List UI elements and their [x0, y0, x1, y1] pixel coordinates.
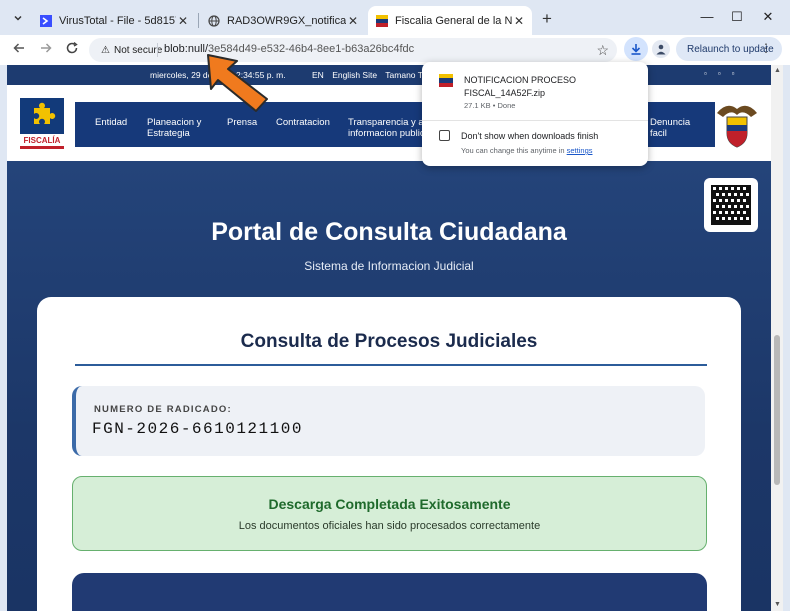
success-title: Descarga Completada Exitosamente: [268, 496, 511, 512]
document-panel: [72, 573, 707, 611]
minimize-button[interactable]: —: [697, 9, 717, 24]
title-underline: [75, 364, 707, 366]
omnibox-divider: [157, 43, 158, 57]
dont-show-label[interactable]: Don't show when downloads finish: [461, 131, 598, 141]
card-title: Consulta de Procesos Judiciales: [240, 331, 538, 352]
tab-strip: VirusTotal - File - 5d815742c29 ✕ RAD3OW…: [0, 0, 790, 35]
radicado-value: FGN-2026-6610121100: [92, 420, 303, 438]
topbar-links: EN English Site Tamano T: [312, 70, 429, 80]
downloads-button[interactable]: [624, 37, 648, 61]
close-icon[interactable]: ✕: [176, 14, 190, 28]
relaunch-button[interactable]: Relaunch to update ⋮: [676, 37, 782, 61]
zip-file-icon: [439, 74, 453, 87]
text-size-link[interactable]: Tamano T: [385, 70, 423, 80]
topbar-social-icons[interactable]: ▫▫▫: [704, 69, 746, 78]
annotation-arrow-icon: [207, 54, 268, 112]
logo-text: FISCALÍA: [23, 136, 61, 145]
nav-denuncia[interactable]: Denuncia facil: [650, 117, 690, 139]
address-bar[interactable]: ⚠ Not secure blob:null/3e584d49-e532-46b…: [89, 38, 617, 62]
page-scrollbar[interactable]: ▲ ▼: [771, 65, 783, 611]
panel-divider: [422, 120, 648, 121]
download-title[interactable]: NOTIFICACION PROCESO: [464, 75, 576, 85]
download-filename[interactable]: FISCAL_14A52F.zip: [464, 88, 545, 98]
browser-toolbar: ⚠ Not secure blob:null/3e584d49-e532-46b…: [0, 35, 790, 65]
chevron-down-icon: [14, 15, 22, 21]
tab-fiscalia[interactable]: Fiscalia General de la Nacion ✕: [368, 6, 532, 35]
hero-title: Portal de Consulta Ciudadana: [211, 218, 567, 246]
tab-search-button[interactable]: [8, 8, 28, 28]
hero-subtitle: Sistema de Informacion Judicial: [304, 259, 474, 273]
nav-planeacion[interactable]: Planeacion y Estrategia: [147, 117, 201, 139]
settings-note: You can change this anytime in settings: [461, 146, 593, 155]
arrow-right-icon: [41, 43, 52, 53]
puzzle-icon: [34, 102, 56, 124]
new-tab-button[interactable]: +: [538, 9, 556, 29]
tab-notificacion[interactable]: RAD3OWR9GX_notificacion_jud ✕: [200, 6, 366, 35]
settings-note-text: You can change this anytime in: [461, 146, 567, 155]
scroll-up-icon[interactable]: ▲: [774, 67, 781, 74]
back-button[interactable]: [10, 41, 28, 58]
person-icon: [656, 44, 666, 55]
fiscalia-favicon: [376, 14, 388, 27]
tab-virustotal[interactable]: VirusTotal - File - 5d815742c29 ✕: [32, 6, 196, 35]
scroll-down-icon[interactable]: ▼: [774, 601, 781, 608]
english-site-link[interactable]: English Site: [332, 70, 377, 80]
reload-button[interactable]: [63, 41, 81, 58]
dont-show-checkbox[interactable]: [439, 130, 450, 141]
web-page: miercoles, 29 de 2026 2:34:55 p. m. EN E…: [7, 65, 782, 611]
close-icon[interactable]: ✕: [512, 14, 526, 28]
nav-entidad[interactable]: Entidad: [95, 117, 127, 128]
download-icon: [631, 44, 641, 55]
close-icon[interactable]: ✕: [346, 14, 360, 28]
url-text[interactable]: blob:null/3e584d49-e532-46b4-8ee1-b63a26…: [164, 43, 414, 55]
consulta-card: Consulta de Procesos Judiciales NUMERO D…: [37, 297, 741, 611]
coat-of-arms-icon: [717, 105, 757, 148]
tab-label: VirusTotal - File - 5d815742c29: [59, 14, 176, 27]
scrollbar-thumb[interactable]: [774, 335, 780, 485]
success-subtitle: Los documentos oficiales han sido proces…: [238, 520, 541, 532]
menu-dots-icon[interactable]: ⋮: [760, 41, 772, 55]
hero-section: Portal de Consulta Ciudadana Sistema de …: [7, 161, 771, 611]
globe-icon: [208, 14, 220, 27]
radicado-label: NUMERO DE RADICADO:: [94, 404, 232, 415]
site-topbar: miercoles, 29 de 2026 2:34:55 p. m. EN E…: [7, 65, 771, 85]
bookmark-star-icon[interactable]: ☆: [596, 42, 609, 59]
virustotal-icon: [40, 14, 52, 27]
profile-button[interactable]: [652, 40, 670, 58]
warning-icon: ⚠: [101, 44, 110, 56]
nav-contratacion[interactable]: Contratacion: [276, 117, 330, 128]
site-header: FISCALÍA Entidad Planeacion y Estrategia…: [7, 85, 771, 161]
url-host: blob:null/: [164, 43, 209, 55]
download-bubble: NOTIFICACION PROCESO FISCAL_14A52F.zip 2…: [422, 62, 648, 166]
success-alert: Descarga Completada Exitosamente Los doc…: [72, 476, 707, 551]
settings-link[interactable]: settings: [567, 146, 593, 155]
nav-prensa[interactable]: Prensa: [227, 117, 257, 128]
not-secure-label: Not secure: [113, 44, 163, 56]
nav-transparencia[interactable]: Transparencia y a informacion public: [348, 117, 425, 139]
fiscalia-logo[interactable]: FISCALÍA: [20, 98, 64, 150]
tab-label: RAD3OWR9GX_notificacion_jud: [227, 14, 346, 27]
maximize-button[interactable]: ☐: [727, 9, 747, 25]
lang-en-link[interactable]: EN: [312, 70, 324, 80]
download-meta: 27.1 KB • Done: [464, 101, 516, 110]
browser-window: VirusTotal - File - 5d815742c29 ✕ RAD3OW…: [0, 0, 790, 611]
tab-label: Fiscalia General de la Nacion: [395, 14, 512, 27]
radicado-box: NUMERO DE RADICADO: FGN-2026-6610121100: [72, 386, 705, 456]
tab-divider: [198, 13, 199, 28]
logo-underline: [20, 146, 64, 149]
reload-icon: [66, 41, 78, 54]
arrow-left-icon: [13, 43, 24, 53]
forward-button[interactable]: [37, 41, 55, 58]
close-window-button[interactable]: ✕: [758, 9, 778, 25]
